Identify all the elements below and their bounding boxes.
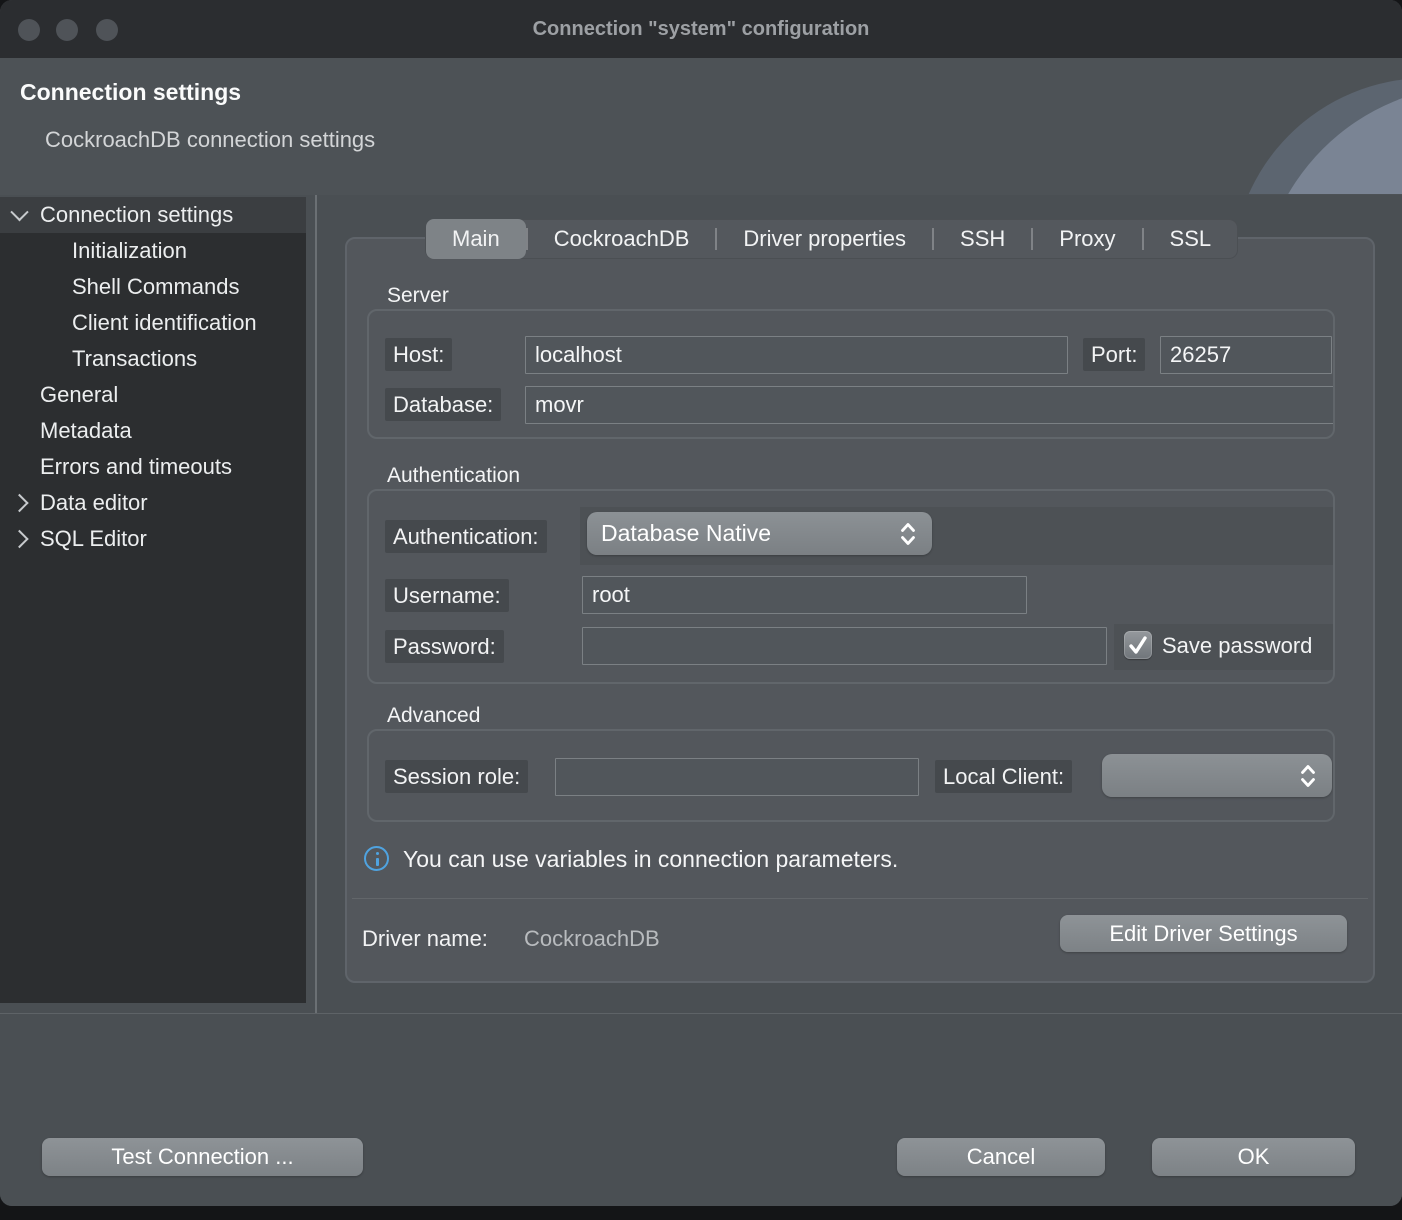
sidebar-item-label: Errors and timeouts	[40, 454, 232, 480]
local-client-select[interactable]	[1102, 754, 1332, 797]
driver-name-value: CockroachDB	[524, 925, 660, 953]
username-label: Username:	[385, 579, 509, 612]
local-client-label: Local Client:	[935, 760, 1072, 793]
server-groupbox: Host: Port: Database:	[367, 309, 1335, 439]
sidebar-item-client-identification[interactable]: Client identification	[0, 305, 306, 341]
dialog-footer: Test Connection ... Cancel OK	[0, 1013, 1402, 1206]
database-label: Database:	[385, 388, 501, 421]
sidebar-item-sql-editor[interactable]: SQL Editor	[0, 521, 306, 557]
sidebar-item-general[interactable]: General	[0, 377, 306, 413]
password-label: Password:	[385, 630, 504, 663]
host-label: Host:	[385, 338, 452, 371]
dialog-header: Connection settings CockroachDB connecti…	[0, 58, 1402, 196]
tab-strip: MainCockroachDBDriver propertiesSSHProxy…	[425, 219, 1238, 259]
tab-cockroachdb[interactable]: CockroachDB	[528, 219, 716, 259]
sidebar-item-connection-settings[interactable]: Connection settings	[0, 197, 306, 233]
driver-name-label: Driver name:	[362, 925, 488, 953]
authentication-label: Authentication:	[385, 520, 547, 553]
panel-divider	[352, 898, 1368, 899]
tab-ssl[interactable]: SSL	[1144, 219, 1238, 259]
authentication-groupbox: Authentication: Database Native Username…	[367, 489, 1335, 684]
decorative-arcs	[1142, 58, 1402, 194]
variables-hint: You can use variables in connection para…	[403, 845, 898, 873]
window-title: Connection "system" configuration	[0, 0, 1402, 58]
connection-configuration-dialog: Connection "system" configuration Connec…	[0, 0, 1402, 1206]
authentication-select[interactable]: Database Native	[587, 512, 932, 555]
sidebar-item-errors-and-timeouts[interactable]: Errors and timeouts	[0, 449, 306, 485]
main-tab-panel: Server Host: Port: Database: Authenticat…	[345, 237, 1375, 983]
password-input[interactable]	[582, 627, 1107, 665]
tab-driver-properties[interactable]: Driver properties	[717, 219, 932, 259]
sidebar-item-label: Data editor	[40, 490, 148, 516]
sidebar-item-transactions[interactable]: Transactions	[0, 341, 306, 377]
screen: Connection "system" configuration Connec…	[0, 0, 1402, 1220]
page-subtitle: CockroachDB connection settings	[45, 127, 375, 153]
zoom-button[interactable]	[96, 19, 118, 41]
session-role-input[interactable]	[555, 758, 919, 796]
authentication-group-title: Authentication	[387, 464, 520, 488]
chevron-right-icon[interactable]	[10, 530, 28, 548]
sidebar-tree: Connection settings Initialization Shell C…	[0, 197, 306, 1003]
page-title: Connection settings	[20, 79, 241, 106]
sidebar-item-metadata[interactable]: Metadata	[0, 413, 306, 449]
port-label: Port:	[1083, 338, 1145, 371]
save-password-label: Save password	[1162, 632, 1335, 660]
updown-chevrons-icon	[898, 520, 918, 548]
sidebar-item-label: Shell Commands	[72, 274, 240, 300]
username-input[interactable]	[582, 576, 1027, 614]
port-input[interactable]	[1160, 336, 1332, 374]
tab-proxy[interactable]: Proxy	[1033, 219, 1141, 259]
server-group-title: Server	[387, 284, 449, 308]
close-button[interactable]	[18, 19, 40, 41]
tab-main[interactable]: Main	[426, 219, 526, 259]
chevron-right-icon[interactable]	[10, 494, 28, 512]
titlebar[interactable]: Connection "system" configuration	[0, 0, 1402, 58]
sidebar-item-label: Client identification	[72, 310, 257, 336]
sidebar-item-initialization[interactable]: Initialization	[0, 233, 306, 269]
sidebar-divider	[315, 195, 317, 1013]
sidebar-item-label: Initialization	[72, 238, 187, 264]
advanced-groupbox: Session role: Local Client:	[367, 729, 1335, 822]
host-input[interactable]	[525, 336, 1068, 374]
sidebar-item-label: SQL Editor	[40, 526, 147, 552]
checkmark-icon	[1124, 631, 1152, 659]
sidebar-item-label: Metadata	[40, 418, 132, 444]
test-connection-button[interactable]: Test Connection ...	[42, 1138, 363, 1176]
sidebar-item-label: Transactions	[72, 346, 197, 372]
save-password-checkbox[interactable]	[1124, 631, 1152, 659]
sidebar-item-data-editor[interactable]: Data editor	[0, 485, 306, 521]
sidebar-item-label: General	[40, 382, 118, 408]
cancel-button[interactable]: Cancel	[897, 1138, 1105, 1176]
chevron-down-icon[interactable]	[10, 203, 28, 221]
edit-driver-settings-button[interactable]: Edit Driver Settings	[1060, 915, 1347, 952]
updown-chevrons-icon	[1298, 762, 1318, 790]
info-icon	[364, 846, 389, 871]
dialog-body: Connection settings Initialization Shell C…	[0, 195, 1402, 1013]
minimize-button[interactable]	[56, 19, 78, 41]
sidebar-item-shell-commands[interactable]: Shell Commands	[0, 269, 306, 305]
ok-button[interactable]: OK	[1152, 1138, 1355, 1176]
tab-ssh[interactable]: SSH	[934, 219, 1031, 259]
sidebar-item-label: Connection settings	[40, 202, 233, 228]
authentication-select-value: Database Native	[601, 520, 898, 547]
session-role-label: Session role:	[385, 760, 528, 793]
advanced-group-title: Advanced	[387, 704, 480, 728]
database-input[interactable]	[525, 386, 1334, 424]
